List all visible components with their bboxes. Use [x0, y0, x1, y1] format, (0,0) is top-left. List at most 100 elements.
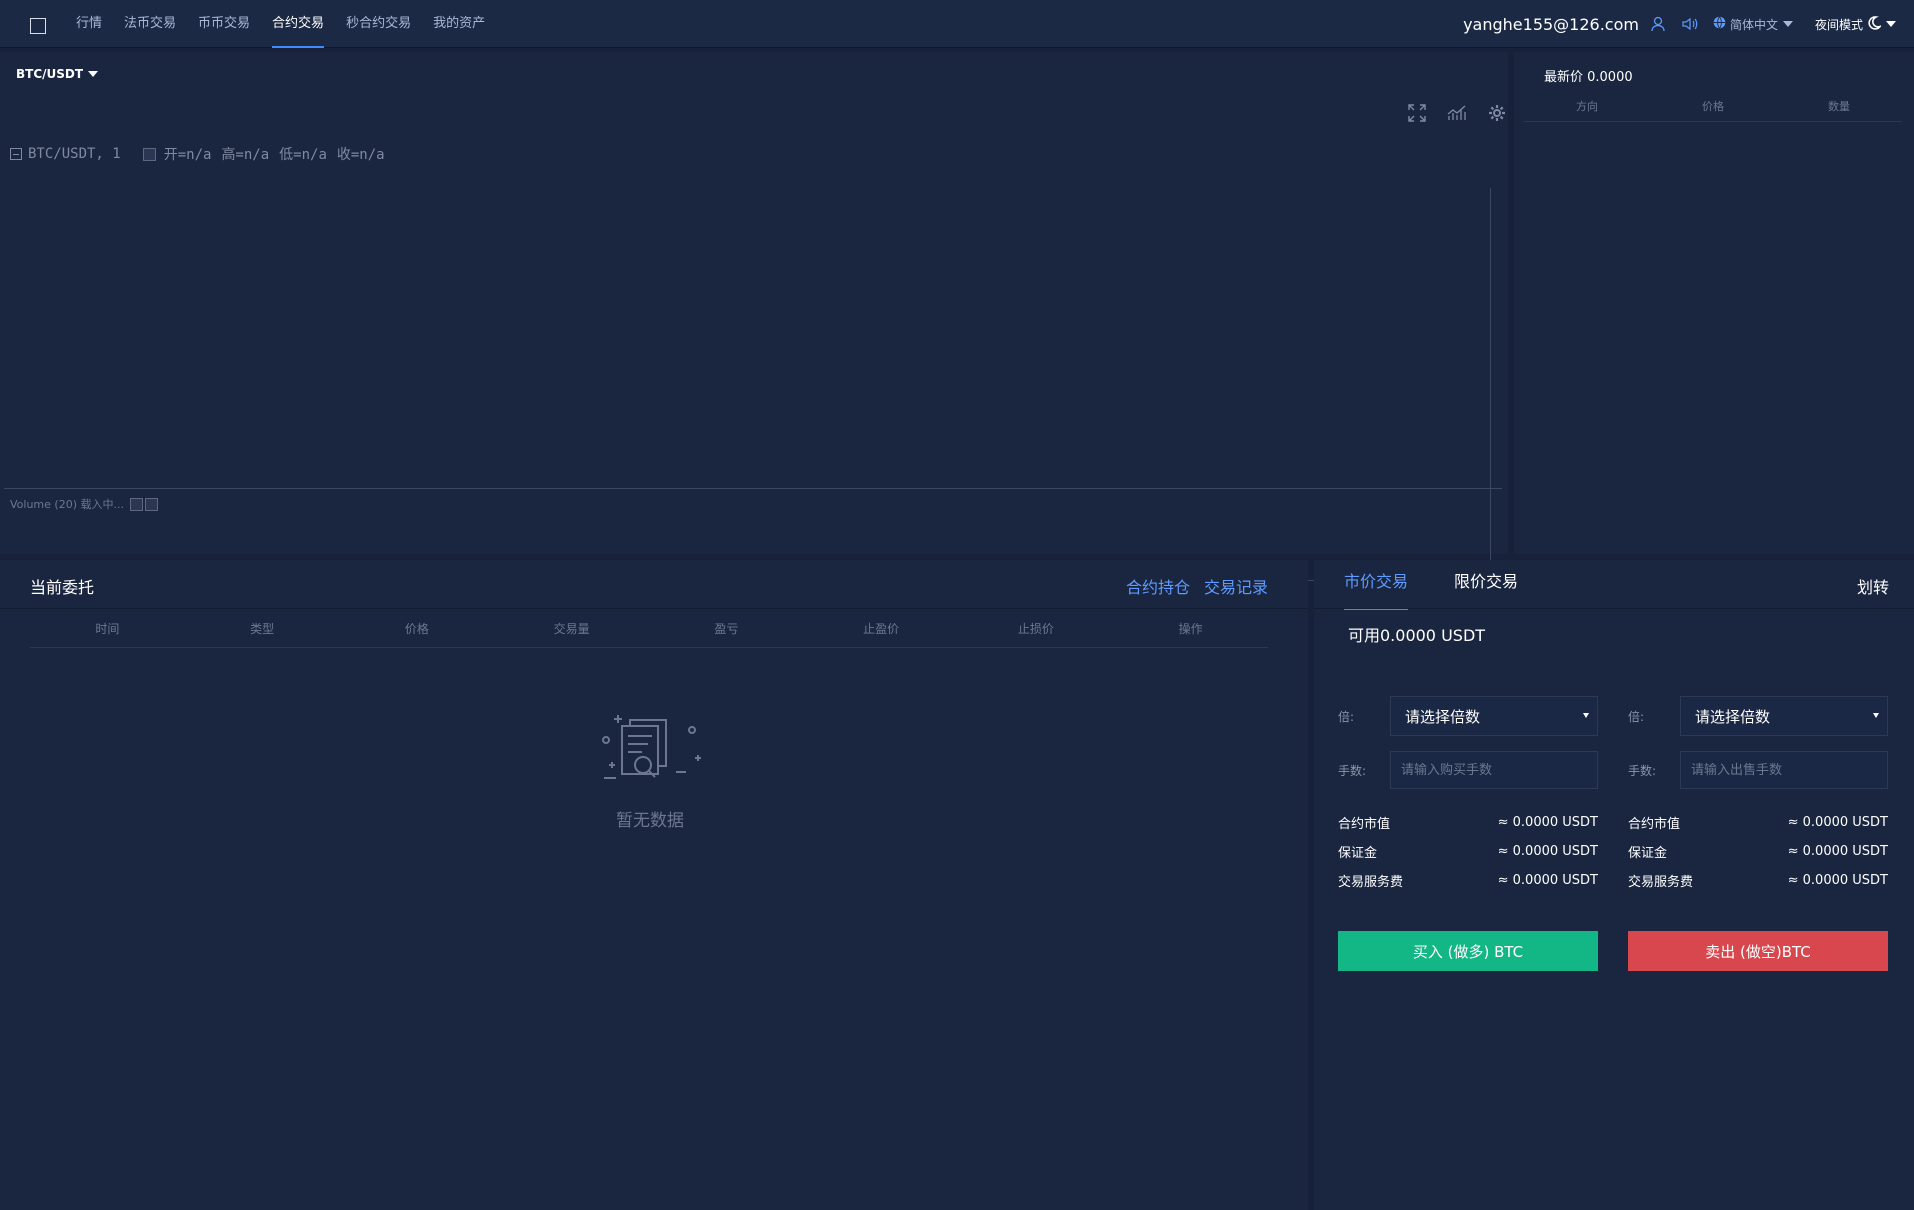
- legend-high: 高=n/a: [221, 147, 270, 163]
- legend-symbol: BTC/USDT, 1: [28, 146, 121, 162]
- col-time: 时间: [95, 622, 120, 636]
- chevron-down-icon: [1782, 21, 1793, 27]
- sell-lots-input[interactable]: [1680, 751, 1888, 789]
- stat-value: ≈ 0.0000 USDT: [1497, 844, 1598, 859]
- speaker-icon[interactable]: [1681, 15, 1699, 33]
- empty-state: 暂无数据: [580, 710, 720, 831]
- price-axis-line: [1490, 188, 1491, 580]
- nav-item-coin-trading[interactable]: 币币交易: [198, 0, 250, 48]
- orderbook-header: 方向 价格 数量: [1524, 98, 1902, 122]
- stat-label: 合约市值: [1628, 817, 1681, 832]
- stat-label: 交易服务费: [1338, 875, 1404, 890]
- col-volume: 交易量: [553, 622, 590, 636]
- chart-panel: BTC/USDT BTC/USDT, 1 开=n/a 高=n/a 低=n/a 收…: [0, 52, 1510, 581]
- stat-contract-value: 合约市值 ≈ 0.0000 USDT: [1338, 808, 1598, 837]
- legend-settings-icon[interactable]: [142, 147, 156, 161]
- dropdown-arrow-icon: [1583, 713, 1589, 718]
- divider: [0, 608, 1308, 609]
- stat-margin: 保证金 ≈ 0.0000 USDT: [1628, 837, 1888, 866]
- multiplier-label: 倍:: [1338, 709, 1355, 724]
- stat-value: ≈ 0.0000 USDT: [1497, 815, 1598, 830]
- current-orders-title[interactable]: 当前委托: [30, 574, 94, 598]
- logo-placeholder-icon[interactable]: [30, 18, 46, 34]
- legend-open: 开=n/a: [163, 147, 212, 163]
- lots-label: 手数:: [1628, 763, 1657, 778]
- buy-long-button[interactable]: 买入 (做多) BTC: [1338, 931, 1598, 971]
- tab-limit-order[interactable]: 限价交易: [1454, 560, 1518, 608]
- stat-margin: 保证金 ≈ 0.0000 USDT: [1338, 837, 1598, 866]
- main-nav: 行情 法币交易 币币交易 合约交易 秒合约交易 我的资产: [76, 0, 507, 48]
- stat-label: 交易服务费: [1628, 875, 1694, 890]
- buy-form: 倍: 请选择倍数 手数: 合约市值 ≈ 0.0000 USDT 保证金 ≈ 0.…: [1338, 696, 1598, 971]
- col-quantity: 数量: [1828, 100, 1850, 113]
- stat-value: ≈ 0.0000 USDT: [1787, 873, 1888, 888]
- volume-settings-icon[interactable]: [129, 497, 143, 511]
- user-email[interactable]: yanghe155@126.com: [1463, 15, 1639, 34]
- night-mode-toggle[interactable]: 夜间模式: [1814, 15, 1896, 33]
- trade-tabs: 市价交易 限价交易: [1344, 560, 1564, 610]
- col-direction: 方向: [1576, 100, 1598, 113]
- pair-label: BTC/USDT: [16, 67, 84, 81]
- orders-table-header: 时间 类型 价格 交易量 盈亏 止盈价 止损价 操作: [30, 620, 1268, 648]
- settings-gear-icon[interactable]: [1484, 100, 1510, 126]
- tab-market-order[interactable]: 市价交易: [1344, 560, 1409, 610]
- top-right-controls: yanghe155@126.com 简体中文 夜间模式: [1463, 0, 1896, 48]
- orders-links: 合约持仓 交易记录: [1112, 574, 1268, 598]
- buy-multiplier-value: 请选择倍数: [1405, 707, 1481, 726]
- sell-multiplier-value: 请选择倍数: [1695, 707, 1771, 726]
- indicators-icon[interactable]: [1444, 100, 1470, 126]
- stat-label: 合约市值: [1338, 817, 1391, 832]
- col-action: 操作: [1178, 622, 1203, 636]
- pane-separator[interactable]: [4, 488, 1502, 489]
- buy-stats: 合约市值 ≈ 0.0000 USDT 保证金 ≈ 0.0000 USDT 交易服…: [1338, 808, 1598, 895]
- volume-close-icon[interactable]: [144, 497, 158, 511]
- moon-icon: [1867, 15, 1883, 33]
- nav-item-my-assets[interactable]: 我的资产: [433, 0, 485, 48]
- col-price: 价格: [404, 622, 429, 636]
- sell-multiplier-select[interactable]: 请选择倍数: [1680, 696, 1888, 736]
- user-icon[interactable]: [1649, 15, 1667, 33]
- trade-history-link[interactable]: 交易记录: [1204, 574, 1268, 598]
- stat-fee: 交易服务费 ≈ 0.0000 USDT: [1628, 866, 1888, 895]
- transfer-button[interactable]: 划转: [1857, 574, 1889, 598]
- nav-item-fiat-trading[interactable]: 法币交易: [124, 0, 176, 48]
- fullscreen-icon[interactable]: [1404, 100, 1430, 126]
- stat-contract-value: 合约市值 ≈ 0.0000 USDT: [1628, 808, 1888, 837]
- stat-value: ≈ 0.0000 USDT: [1497, 873, 1598, 888]
- buy-multiplier-select[interactable]: 请选择倍数: [1390, 696, 1598, 736]
- sell-short-button[interactable]: 卖出 (做空)BTC: [1628, 931, 1888, 971]
- globe-icon: [1713, 16, 1726, 32]
- orders-panel: 当前委托 合约持仓 交易记录 时间 类型 价格 交易量 盈亏 止盈价 止损价 操…: [0, 560, 1308, 1210]
- legend-low: 低=n/a: [279, 147, 327, 163]
- buy-lots-input[interactable]: [1390, 751, 1598, 789]
- stat-label: 保证金: [1628, 846, 1668, 861]
- orderbook-panel: 最新价 0.0000 方向 价格 数量: [1514, 52, 1914, 554]
- sell-stats: 合约市值 ≈ 0.0000 USDT 保证金 ≈ 0.0000 USDT 交易服…: [1628, 808, 1888, 895]
- language-label: 简体中文: [1729, 17, 1778, 32]
- stat-value: ≈ 0.0000 USDT: [1787, 844, 1888, 859]
- language-selector[interactable]: 简体中文: [1713, 16, 1793, 33]
- stat-fee: 交易服务费 ≈ 0.0000 USDT: [1338, 866, 1598, 895]
- nav-item-contract-trading[interactable]: 合约交易: [272, 0, 325, 48]
- divider: [1314, 608, 1914, 609]
- stat-value: ≈ 0.0000 USDT: [1787, 815, 1888, 830]
- collapse-icon[interactable]: [10, 148, 22, 160]
- empty-document-icon: [588, 715, 712, 798]
- lots-label: 手数:: [1338, 763, 1367, 778]
- nav-item-second-contract[interactable]: 秒合约交易: [346, 0, 411, 48]
- multiplier-label: 倍:: [1628, 709, 1645, 724]
- latest-price: 最新价 0.0000: [1544, 70, 1633, 85]
- volume-legend-label: Volume (20) 载入中...: [10, 498, 124, 511]
- nav-item-market[interactable]: 行情: [76, 0, 102, 48]
- chevron-down-icon: [88, 71, 99, 77]
- contract-positions-link[interactable]: 合约持仓: [1126, 574, 1190, 598]
- chart-legend: BTC/USDT, 1 开=n/a 高=n/a 低=n/a 收=n/a: [10, 144, 395, 164]
- sell-form: 倍: 请选择倍数 手数: 合约市值 ≈ 0.0000 USDT 保证金 ≈ 0.…: [1628, 696, 1888, 971]
- chevron-down-icon: [1886, 21, 1896, 27]
- col-stop-loss: 止损价: [1017, 622, 1054, 636]
- col-pnl: 盈亏: [714, 622, 739, 636]
- night-mode-label: 夜间模式: [1814, 17, 1863, 32]
- pair-selector[interactable]: BTC/USDT: [16, 67, 99, 81]
- col-take-profit: 止盈价: [863, 622, 900, 636]
- dropdown-arrow-icon: [1873, 713, 1879, 718]
